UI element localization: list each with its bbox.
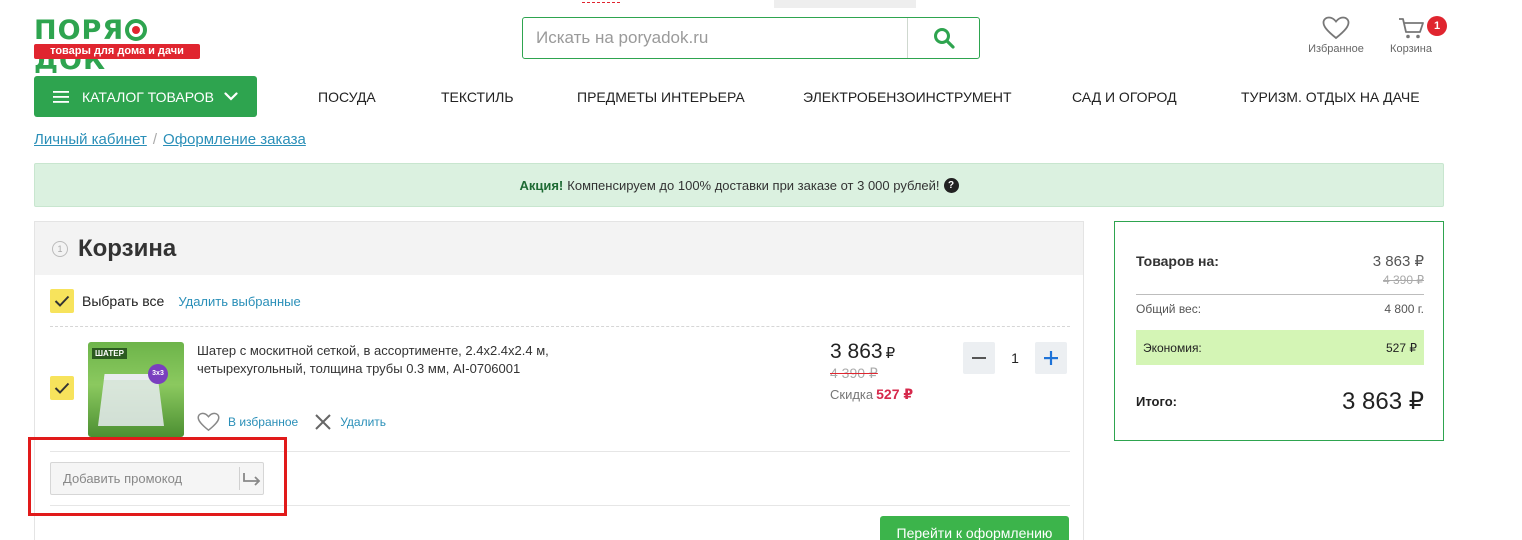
divider: [50, 326, 1070, 327]
favorites-label: Избранное: [1308, 43, 1364, 55]
breadcrumb-separator: /: [152, 131, 158, 148]
summary-savings-value: 527 ₽: [1386, 340, 1417, 355]
breadcrumb: Личный кабинет / Оформление заказа: [34, 131, 306, 148]
top-strip-dash: [582, 2, 620, 3]
delete-selected-link[interactable]: Удалить выбранные: [178, 294, 300, 309]
summary-total-row: Итого: 3 863 ₽: [1136, 387, 1424, 416]
cart-count-badge: 1: [1427, 16, 1447, 36]
discount-label: Скидка: [830, 387, 874, 402]
select-all-checkbox[interactable]: [50, 289, 74, 313]
close-icon: [315, 414, 331, 430]
cart-label: Корзина: [1390, 43, 1432, 55]
increase-quantity-button[interactable]: [1035, 342, 1067, 374]
product-image[interactable]: ШАТЕР 3x3: [88, 342, 184, 437]
quantity-value[interactable]: 1: [995, 350, 1035, 366]
checkout-button[interactable]: Перейти к оформлению: [880, 516, 1069, 540]
logo-word-part-1: ПОРЯ: [34, 15, 125, 46]
top-strip: [520, 0, 916, 8]
summary-total-label: Итого:: [1136, 394, 1177, 409]
product-image-badge: 3x3: [148, 364, 168, 384]
top-strip-block: [774, 0, 916, 8]
order-summary: Товаров на: 3 863 ₽ 4 390 ₽ Общий вес: 4…: [1114, 221, 1444, 441]
promo-banner: Акция! Компенсируем до 100% доставки при…: [34, 163, 1444, 207]
nav-item-interior[interactable]: ПРЕДМЕТЫ ИНТЕРЬЕРА: [577, 89, 745, 105]
menu-icon: [53, 90, 69, 103]
summary-goods-old: 4 390 ₽: [1136, 273, 1424, 287]
nav-item-tourism[interactable]: ТУРИЗМ. ОТДЫХ НА ДАЧЕ: [1241, 89, 1420, 105]
remove-item-button[interactable]: Удалить: [314, 413, 386, 431]
item-price-currency: ₽: [885, 345, 896, 362]
cart-icon: [1399, 18, 1424, 39]
item-price: 3 863 ₽: [830, 340, 895, 364]
highlight-frame: [28, 437, 287, 516]
product-image-label: ШАТЕР: [92, 348, 127, 359]
decrease-quantity-button[interactable]: [963, 342, 995, 374]
search-input[interactable]: [523, 18, 907, 58]
favorites-link[interactable]: Избранное: [1302, 16, 1370, 55]
add-to-favorites-button[interactable]: В избранное: [197, 412, 298, 432]
remove-item-label: Удалить: [340, 415, 387, 429]
discount-value: 527 ₽: [876, 386, 914, 402]
plus-icon: [1044, 351, 1058, 365]
chevron-down-icon: [224, 92, 238, 101]
summary-divider: [1136, 294, 1424, 295]
item-discount: Скидка 527 ₽: [830, 386, 913, 403]
summary-savings-row: Экономия: 527 ₽: [1136, 330, 1424, 365]
summary-goods-row: Товаров на: 3 863 ₽: [1136, 252, 1424, 270]
nav-item-textile[interactable]: ТЕКСТИЛЬ: [441, 89, 514, 105]
quantity-stepper: 1: [963, 342, 1067, 374]
site-logo[interactable]: ПОРЯДОК товары для дома и дачи: [34, 15, 200, 76]
summary-goods-label: Товаров на:: [1136, 253, 1219, 269]
catalog-label: КАТАЛОГ ТОВАРОВ: [82, 88, 214, 105]
summary-savings-label: Экономия:: [1143, 340, 1202, 355]
check-icon: [54, 382, 70, 394]
product-name[interactable]: Шатер с москитной сеткой, в ассортименте…: [197, 342, 597, 378]
summary-weight-label: Общий вес:: [1136, 302, 1202, 316]
search-bar: [522, 17, 980, 59]
select-all-row: Выбрать все Удалить выбранные: [50, 289, 301, 313]
summary-goods-value: 3 863 ₽: [1372, 253, 1424, 270]
item-old-price: 4 390 ₽: [830, 365, 878, 381]
summary-total-value: 3 863 ₽: [1342, 388, 1424, 415]
item-price-value: 3 863: [830, 340, 883, 363]
logo-tagline: товары для дома и дачи: [34, 44, 200, 59]
summary-weight-value: 4 800 г.: [1384, 302, 1424, 316]
minus-icon: [972, 357, 986, 359]
breadcrumb-checkout[interactable]: Оформление заказа: [163, 131, 306, 148]
banner-text: Компенсируем до 100% доставки при заказе…: [567, 177, 940, 193]
heart-icon: [1322, 16, 1350, 40]
heart-icon: [197, 412, 220, 432]
check-icon: [54, 295, 70, 307]
select-all-label[interactable]: Выбрать все: [82, 293, 164, 309]
catalog-button[interactable]: КАТАЛОГ ТОВАРОВ: [34, 76, 257, 117]
nav-item-garden[interactable]: САД И ОГОРОД: [1072, 89, 1177, 105]
item-actions: В избранное Удалить: [197, 412, 386, 432]
search-button[interactable]: [907, 18, 979, 58]
add-to-favorites-label: В избранное: [228, 415, 299, 429]
nav-item-dishes[interactable]: ПОСУДА: [318, 89, 376, 105]
summary-goods-old-value: 4 390 ₽: [1383, 273, 1424, 287]
search-icon: [933, 28, 955, 49]
item-checkbox[interactable]: [50, 376, 74, 400]
breadcrumb-account[interactable]: Личный кабинет: [34, 131, 147, 148]
step-number: 1: [52, 240, 68, 257]
summary-weight-row: Общий вес: 4 800 г.: [1136, 302, 1424, 316]
help-icon[interactable]: ?: [943, 177, 959, 193]
logo-o-mark: [125, 19, 148, 41]
cart-title: Корзина: [78, 234, 177, 262]
banner-title: Акция!: [519, 177, 564, 193]
cart-header: 1 Корзина: [35, 222, 1083, 275]
nav-item-power-tools[interactable]: ЭЛЕКТРОБЕНЗОИНСТРУМЕНТ: [803, 89, 1012, 105]
